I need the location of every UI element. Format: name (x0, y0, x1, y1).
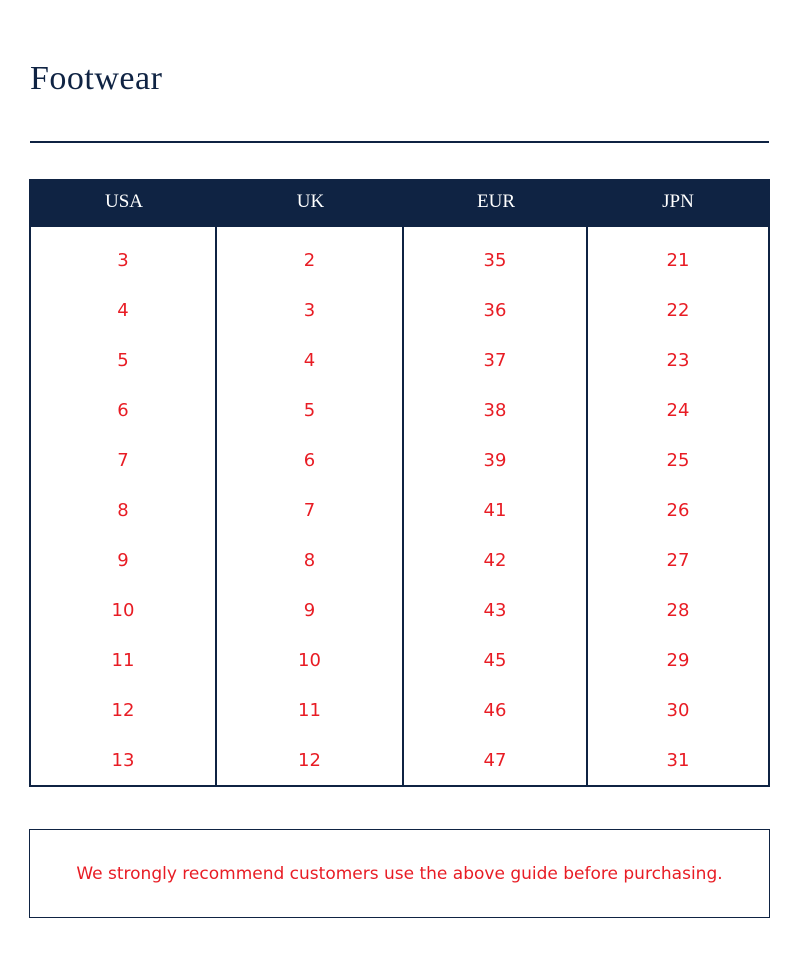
table-cell: 38 (483, 399, 507, 421)
table-cell: 10 (298, 649, 321, 671)
table-cell: 2 (303, 249, 316, 271)
table-cell: 21 (666, 249, 690, 271)
table-cell: 10 (111, 599, 135, 621)
header-jpn: JPN (588, 181, 768, 227)
table-cell: 9 (117, 549, 129, 571)
header-eur: EUR (404, 181, 588, 227)
page-title: Footwear (30, 60, 163, 97)
table-cell: 36 (483, 299, 507, 321)
table-cell: 46 (483, 699, 507, 721)
size-chart-table: USA UK EUR JPN 3 4 5 6 7 8 9 10 11 12 13 234567891… (29, 179, 770, 787)
table-cell: 39 (483, 449, 507, 471)
table-cell: 27 (666, 549, 690, 571)
table-cell: 6 (117, 399, 129, 421)
column-jpn: 21 22 23 24 25 26 27 28 29 30 31 (588, 227, 768, 785)
header-uk: UK (217, 181, 404, 227)
table-cell: 31 (666, 749, 690, 771)
table-cell: 23 (666, 349, 690, 371)
table-cell: 35 (483, 249, 507, 271)
table-cell: 6 (303, 449, 316, 471)
table-cell: 45 (483, 649, 507, 671)
column-usa: 3 4 5 6 7 8 9 10 11 12 13 (31, 227, 217, 785)
table-cell: 9 (303, 599, 316, 621)
table-cell: 26 (666, 499, 690, 521)
table-cell: 29 (666, 649, 690, 671)
table-cell: 22 (666, 299, 690, 321)
header-usa: USA (31, 181, 217, 227)
table-cell: 28 (666, 599, 690, 621)
column-eur: 35 36 37 38 39 41 42 43 45 46 47 (404, 227, 588, 785)
table-cell: 3 (117, 249, 129, 271)
table-cell: 30 (666, 699, 690, 721)
table-cell: 8 (117, 499, 129, 521)
table-cell: 42 (483, 549, 507, 571)
table-cell: 12 (298, 749, 321, 771)
recommendation-note: We strongly recommend customers use the … (29, 829, 770, 918)
table-cell: 13 (111, 749, 135, 771)
table-cell: 12 (111, 699, 135, 721)
table-cell: 7 (303, 499, 316, 521)
table-cell: 4 (117, 299, 129, 321)
table-cell: 3 (303, 299, 316, 321)
table-cell: 43 (483, 599, 507, 621)
table-cell: 4 (303, 349, 316, 371)
table-cell: 7 (117, 449, 129, 471)
table-cell: 37 (483, 349, 507, 371)
table-cell: 5 (303, 399, 316, 421)
table-cell: 8 (303, 549, 316, 571)
table-cell: 11 (111, 649, 135, 671)
table-cell: 47 (483, 749, 507, 771)
table-cell: 11 (298, 699, 321, 721)
table-cell: 24 (666, 399, 690, 421)
column-uk: 2 3 4 5 6 7 8 9 10 11 12 (217, 227, 404, 785)
table-cell: 41 (483, 499, 507, 521)
title-divider (30, 141, 769, 143)
table-cell: 25 (666, 449, 690, 471)
table-cell: 5 (117, 349, 129, 371)
